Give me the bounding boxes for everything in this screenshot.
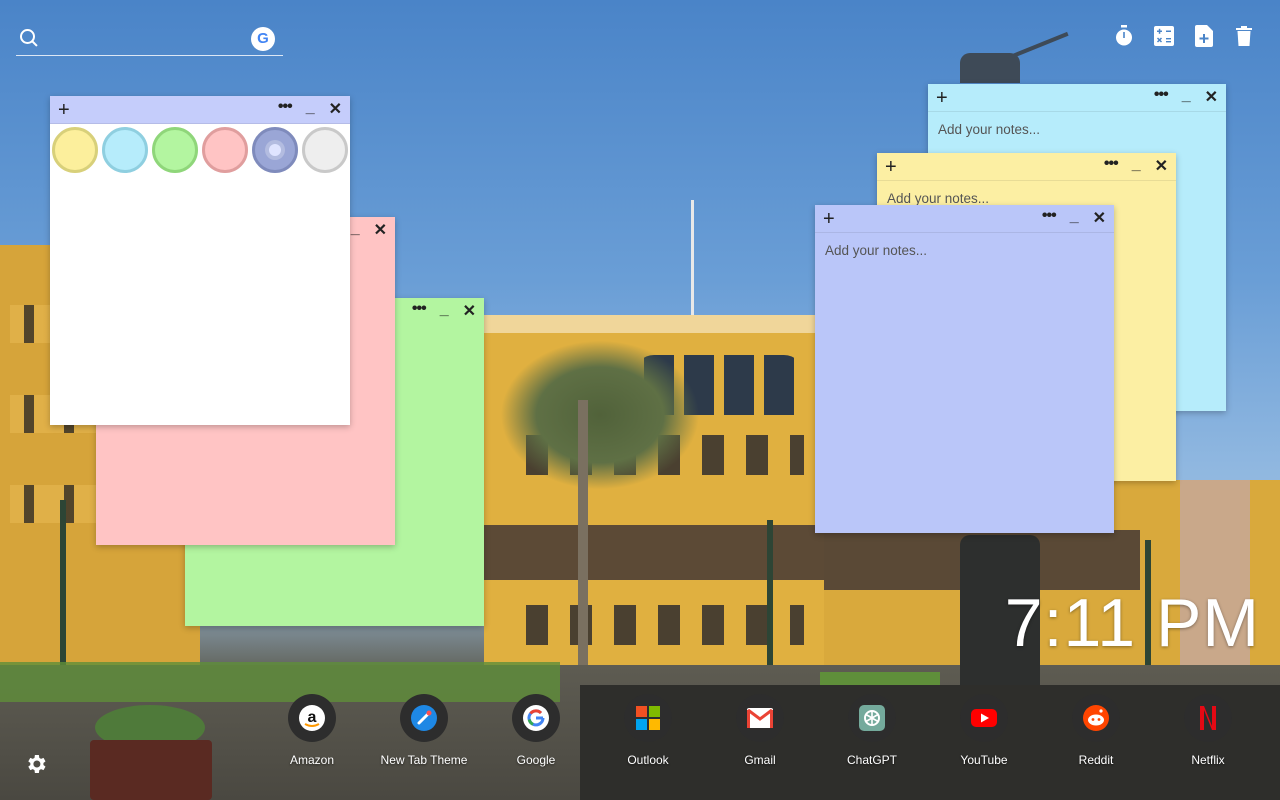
note-toolbar: + ••• _ ✕ bbox=[877, 153, 1176, 181]
add-note-button[interactable]: + bbox=[58, 100, 74, 120]
shortcut-netflix[interactable]: Netflix bbox=[1152, 694, 1264, 767]
minimize-note-button[interactable]: _ bbox=[1132, 156, 1141, 173]
search-icon[interactable] bbox=[18, 27, 42, 51]
shortcut-label: Netflix bbox=[1191, 753, 1225, 767]
note-toolbar: + ••• _ ✕ bbox=[815, 205, 1114, 233]
shortcut-google[interactable]: Google bbox=[480, 694, 592, 767]
note-toolbar: + ••• _ ✕ bbox=[50, 96, 350, 124]
shortcut-label: Google bbox=[516, 753, 556, 767]
shortcut-label: ChatGPT bbox=[846, 753, 897, 767]
minimize-note-button[interactable]: _ bbox=[1070, 208, 1079, 225]
shortcut-new-tab-theme[interactable]: New Tab Theme bbox=[368, 694, 480, 767]
color-swatch-green[interactable] bbox=[152, 127, 198, 173]
minimize-note-button[interactable]: _ bbox=[306, 99, 315, 116]
shortcut-label: Amazon bbox=[289, 753, 335, 767]
new-note-icon[interactable] bbox=[1192, 24, 1216, 48]
trash-icon[interactable] bbox=[1232, 24, 1256, 48]
gear-icon[interactable] bbox=[24, 752, 48, 776]
shortcut-label: YouTube bbox=[960, 753, 1008, 767]
shortcut-gmail[interactable]: Gmail bbox=[704, 694, 816, 767]
svg-text:a: a bbox=[308, 709, 317, 726]
chatgpt-icon bbox=[848, 694, 896, 742]
search-bar: G bbox=[16, 22, 283, 56]
new-tab-theme-icon bbox=[400, 694, 448, 742]
google-search-engine-icon[interactable]: G bbox=[251, 26, 275, 51]
note-menu-button[interactable]: ••• bbox=[278, 98, 293, 115]
minimize-note-button[interactable]: _ bbox=[351, 221, 360, 237]
shortcut-reddit[interactable]: Reddit bbox=[1040, 694, 1152, 767]
netflix-icon bbox=[1184, 694, 1232, 742]
note-toolbar: + ••• _ ✕ bbox=[928, 84, 1226, 112]
sticky-note-palette: + ••• _ ✕ bbox=[50, 96, 350, 425]
minimize-note-button[interactable]: _ bbox=[440, 302, 449, 318]
color-swatch-yellow[interactable] bbox=[52, 127, 98, 173]
sticky-note-blue: + ••• _ ✕ bbox=[815, 205, 1114, 533]
note-menu-button[interactable]: ••• bbox=[1154, 86, 1169, 103]
shortcut-youtube[interactable]: YouTube bbox=[928, 694, 1040, 767]
close-note-button[interactable]: ✕ bbox=[374, 223, 387, 239]
shortcut-label: Reddit bbox=[1078, 753, 1114, 767]
note-menu-button[interactable]: ••• bbox=[412, 301, 427, 317]
add-note-button[interactable]: + bbox=[885, 157, 901, 177]
close-note-button[interactable]: ✕ bbox=[463, 304, 476, 320]
palm-tree bbox=[500, 340, 700, 490]
shortcut-outlook[interactable]: Outlook bbox=[592, 694, 704, 767]
shortcut-label: New Tab Theme bbox=[380, 753, 468, 767]
amazon-icon: a bbox=[288, 694, 336, 742]
reddit-icon bbox=[1072, 694, 1120, 742]
flag-pole bbox=[691, 200, 694, 320]
statue-silhouette bbox=[960, 25, 1070, 85]
close-note-button[interactable]: ✕ bbox=[329, 101, 342, 118]
note-menu-button[interactable]: ••• bbox=[1042, 207, 1057, 224]
google-icon bbox=[512, 694, 560, 742]
shortcuts-dock: a Amazon New Tab Theme Google Outlook Gm… bbox=[256, 694, 1264, 774]
gmail-icon bbox=[736, 694, 784, 742]
color-swatch-cyan[interactable] bbox=[102, 127, 148, 173]
planter bbox=[90, 740, 212, 800]
color-swatch-blue[interactable] bbox=[252, 127, 298, 173]
close-note-button[interactable]: ✕ bbox=[1155, 158, 1168, 175]
shortcut-label: Gmail bbox=[744, 753, 776, 767]
color-swatch-pink[interactable] bbox=[202, 127, 248, 173]
timer-icon[interactable] bbox=[1112, 24, 1136, 48]
calculator-icon[interactable] bbox=[1152, 24, 1176, 48]
color-palette bbox=[50, 124, 350, 176]
close-note-button[interactable]: ✕ bbox=[1093, 210, 1106, 227]
clock: 7:11 PM bbox=[1004, 585, 1260, 661]
add-note-button[interactable]: + bbox=[823, 209, 839, 229]
shortcut-label: Outlook bbox=[627, 753, 669, 767]
note-menu-button[interactable]: ••• bbox=[1104, 155, 1119, 172]
close-note-button[interactable]: ✕ bbox=[1205, 89, 1218, 106]
youtube-icon bbox=[960, 694, 1008, 742]
note-text-area[interactable] bbox=[815, 233, 1114, 533]
shortcut-chatgpt[interactable]: ChatGPT bbox=[816, 694, 928, 767]
shortcut-amazon[interactable]: a Amazon bbox=[256, 694, 368, 767]
minimize-note-button[interactable]: _ bbox=[1182, 87, 1191, 104]
color-swatch-gray[interactable] bbox=[302, 127, 348, 173]
top-toolbar bbox=[1112, 24, 1256, 48]
search-input[interactable] bbox=[42, 23, 251, 54]
add-note-button[interactable]: + bbox=[936, 88, 952, 108]
outlook-icon bbox=[624, 694, 672, 742]
